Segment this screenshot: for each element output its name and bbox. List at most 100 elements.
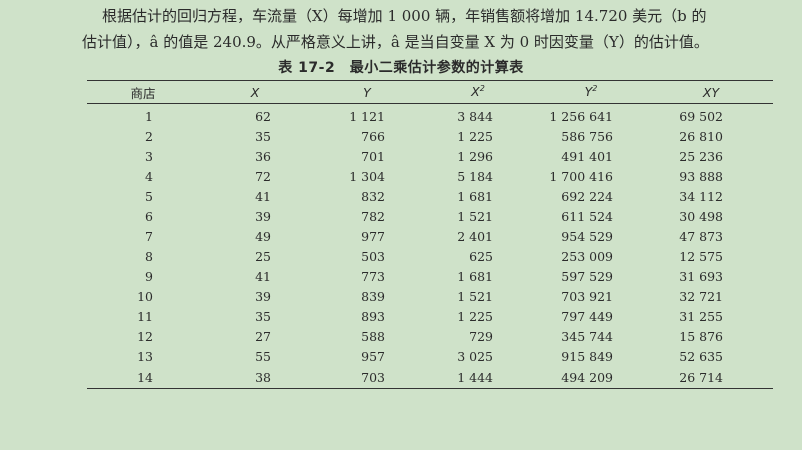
- cell-y: 1 304: [349, 168, 385, 184]
- cell-x2: 5 184: [457, 168, 493, 184]
- header-y-squared-exponent: 2: [592, 84, 598, 94]
- cell-xy: 34 112: [679, 188, 723, 204]
- cell-y: 977: [361, 228, 385, 244]
- cell-y: 701: [361, 148, 385, 164]
- table-row: 6 39 782 1 521 611 524 30 498: [87, 206, 773, 226]
- cell-xy: 26 810: [679, 128, 723, 144]
- table-row: 10 39 839 1 521 703 921 32 721: [87, 286, 773, 306]
- cell-store: 14: [87, 366, 199, 389]
- cell-x2: 1 225: [457, 308, 493, 324]
- table-row: 12 27 588 729 345 744 15 876: [87, 326, 773, 346]
- cell-x: 25: [255, 248, 271, 264]
- cell-store: 11: [137, 308, 153, 324]
- table-row: 7 49 977 2 401 954 529 47 873: [87, 226, 773, 246]
- table-row: 11 35 893 1 225 797 449 31 255: [87, 306, 773, 326]
- least-squares-table: 商店 X Y X2 Y2 XY 1 62 1 121 3 844 1 256 641 69…: [87, 80, 773, 389]
- cell-y2: 494 209: [533, 366, 649, 389]
- header-y: Y: [311, 80, 423, 104]
- cell-xy: 93 888: [679, 168, 723, 184]
- header-x-squared: X2: [423, 80, 533, 104]
- cell-x: 49: [255, 228, 271, 244]
- cell-x2: 1 681: [457, 268, 493, 284]
- cell-xy: 26 714: [649, 366, 773, 389]
- cell-y2: 597 529: [561, 268, 613, 284]
- table-row: 1 62 1 121 3 844 1 256 641 69 502: [87, 104, 773, 127]
- paragraph-line-1: 根据估计的回归方程，车流量（X）每增加 1 000 辆，年销售额将增加 14.7…: [102, 7, 707, 25]
- cell-xy: 30 498: [679, 208, 723, 224]
- cell-x2: 3 844: [457, 108, 493, 124]
- cell-xy: 52 635: [679, 348, 723, 364]
- cell-y: 703: [311, 366, 423, 389]
- cell-store: 2: [145, 128, 153, 144]
- cell-xy: 31 255: [679, 308, 723, 324]
- cell-x2: 1 296: [457, 148, 493, 164]
- header-x-squared-base: X: [471, 84, 480, 100]
- cell-y2: 954 529: [561, 228, 613, 244]
- cell-x: 41: [255, 268, 271, 284]
- cell-x: 39: [255, 208, 271, 224]
- table-row: 14 38 703 1 444 494 209 26 714: [87, 366, 773, 389]
- cell-y2: 703 921: [561, 288, 613, 304]
- table-row: 9 41 773 1 681 597 529 31 693: [87, 266, 773, 286]
- cell-store: 6: [145, 208, 153, 224]
- cell-x2: 729: [469, 328, 493, 344]
- cell-x2: 2 401: [457, 228, 493, 244]
- header-x-squared-exponent: 2: [479, 84, 485, 94]
- cell-y2: 586 756: [561, 128, 613, 144]
- cell-x: 55: [255, 348, 271, 364]
- cell-xy: 15 876: [679, 328, 723, 344]
- table-body: 1 6 2 1 121 3 844 1 256 641 69 502 2 35 766 1 225 5…: [87, 104, 773, 389]
- cell-y: 782: [361, 208, 385, 224]
- cell-y: 503: [361, 248, 385, 264]
- cell-y: 957: [361, 348, 385, 364]
- table-row: 5 41 832 1 681 692 224 34 112: [87, 186, 773, 206]
- cell-y2: 345 744: [561, 328, 613, 344]
- cell-store: 5: [145, 188, 153, 204]
- header-xy: XY: [649, 80, 773, 104]
- cell-x2: 625: [469, 248, 493, 264]
- cell-x2: 1 521: [457, 208, 493, 224]
- cell-x: 35: [255, 128, 271, 144]
- cell-y2: 797 449: [561, 308, 613, 324]
- cell-y: 1 121: [349, 108, 385, 124]
- cell-xy: 69 502: [679, 108, 723, 124]
- cell-y: 766: [361, 128, 385, 144]
- cell-store: 8: [145, 248, 153, 264]
- cell-y2: 915 849: [561, 348, 613, 364]
- cell-store: 1: [145, 108, 153, 124]
- cell-y2: 692 224: [561, 188, 613, 204]
- table-row: 8 25 503 625 253 009 12 575: [87, 246, 773, 266]
- header-store: 商店: [87, 80, 199, 104]
- cell-xy: 12 575: [679, 248, 723, 264]
- cell-store: 3: [145, 148, 153, 164]
- cell-x: 38: [199, 366, 311, 389]
- cell-y: 893: [361, 308, 385, 324]
- cell-x: 27: [255, 328, 271, 344]
- cell-x: 35: [255, 308, 271, 324]
- cell-x2: 1 225: [457, 128, 493, 144]
- cell-x: 72: [255, 168, 271, 184]
- cell-store: 12: [137, 328, 153, 344]
- table-row: 13 55 957 3 025 915 849 52 635: [87, 346, 773, 366]
- cell-y2: 253 009: [561, 248, 613, 264]
- cell-y2: 1 256 641: [549, 108, 613, 124]
- cell-x2: 1 681: [457, 188, 493, 204]
- cell-x2: 1 521: [457, 288, 493, 304]
- cell-store: 13: [137, 348, 153, 364]
- cell-y2: 611 524: [561, 208, 613, 224]
- cell-store: 4: [145, 168, 153, 184]
- cell-x2: 1 444: [423, 366, 533, 389]
- cell-y2: 491 401: [561, 148, 613, 164]
- cell-xy: 47 873: [679, 228, 723, 244]
- cell-y: 839: [361, 288, 385, 304]
- cell-y: 832: [361, 188, 385, 204]
- cell-xy: 32 721: [679, 288, 723, 304]
- cell-x: 39: [255, 288, 271, 304]
- header-x: X: [199, 80, 311, 104]
- cell-y: 588: [361, 328, 385, 344]
- cell-xy: 25 236: [679, 148, 723, 164]
- table-row: 4 72 1 304 5 184 1 700 416 93 888: [87, 166, 773, 186]
- table-row: 2 35 766 1 225 586 756 26 810: [87, 126, 773, 146]
- table-row: 3 36 701 1 296 491 401 25 236: [87, 146, 773, 166]
- cell-x: 36: [255, 148, 271, 164]
